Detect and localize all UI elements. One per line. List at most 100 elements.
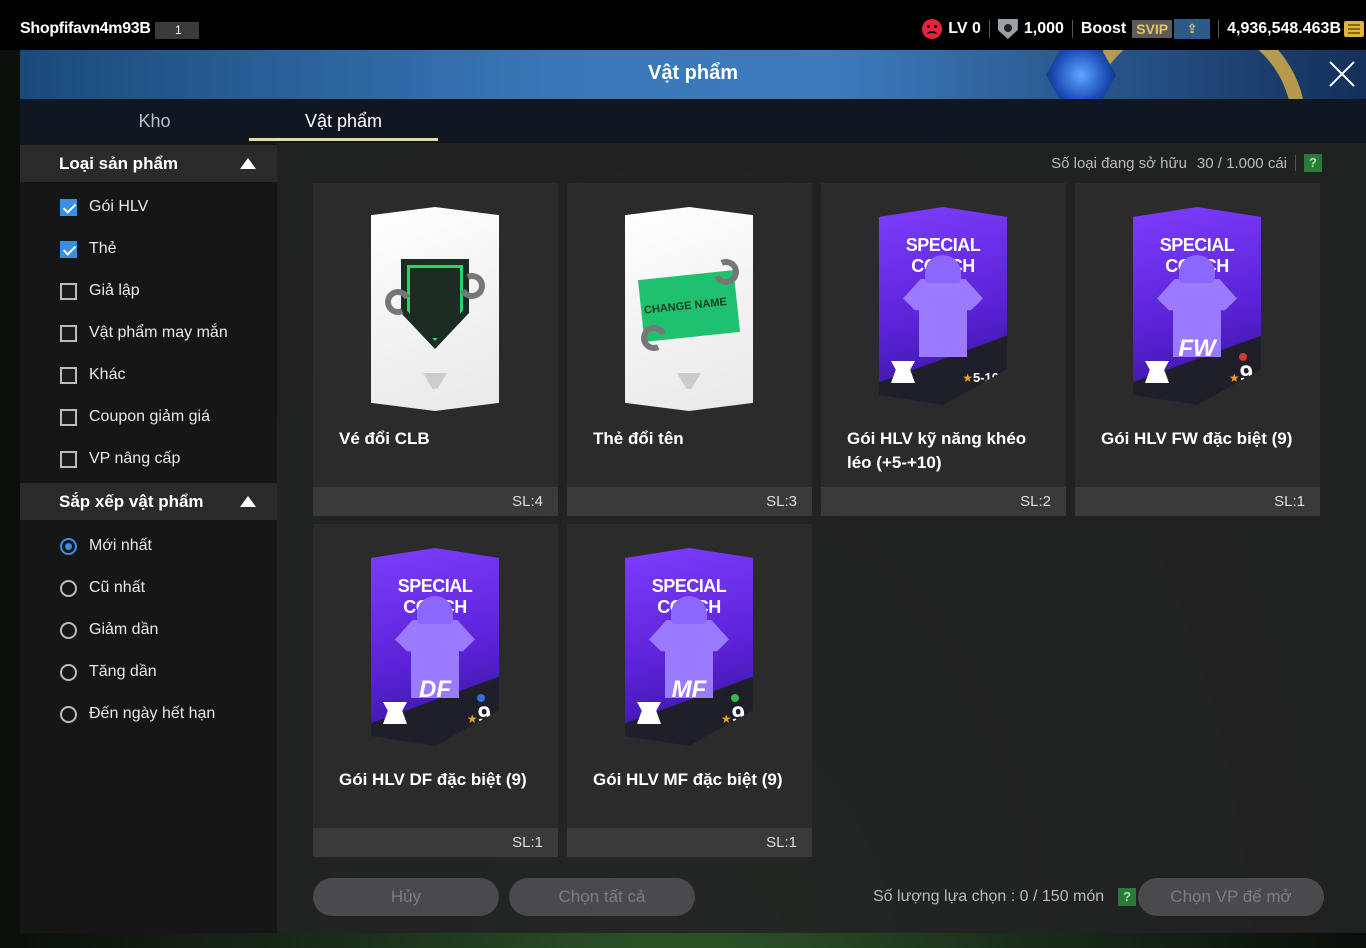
item-card[interactable]: SPECIAL COACH DF ★9 Gói HLV DF đặc biệt … <box>313 524 558 857</box>
item-quantity: SL:3 <box>766 493 797 510</box>
tab-kho[interactable]: Kho <box>60 99 249 143</box>
sort-title: Sắp xếp vật phẩm <box>59 492 204 511</box>
currency-area: LV 0 1,000 Boost SVIP ⇪ 4,936,548.463B <box>922 18 1364 40</box>
boost-label: Boost <box>1080 20 1127 37</box>
rating-value: 9 <box>1239 361 1253 388</box>
item-name: Thẻ đổi tên <box>593 429 684 448</box>
sort-label: Mới nhất <box>89 537 152 554</box>
svip-badge: SVIP <box>1132 20 1173 38</box>
user-badge: 1 <box>155 22 199 39</box>
card-rating: ★9 <box>721 702 745 730</box>
filter-goi-hlv[interactable]: Gói HLV <box>60 196 148 218</box>
radio[interactable] <box>60 579 77 597</box>
checkbox-checked[interactable] <box>60 240 77 258</box>
club-ticket-card <box>371 207 499 411</box>
window-header: Vật phẩm <box>20 50 1366 99</box>
filter-sidebar: Loại sản phẩm Gói HLV Thẻ Giả lập Vật ph… <box>20 143 277 933</box>
change-name-card: CHANGE NAME <box>625 207 753 411</box>
checkbox[interactable] <box>60 450 77 468</box>
filter-label: Khác <box>89 366 126 383</box>
fc-logo-icon <box>423 373 447 389</box>
cap-icon <box>1179 255 1215 283</box>
sort-het-han[interactable]: Đến ngày hết hạn <box>60 703 215 725</box>
filter-label: Vật phẩm may mắn <box>89 324 228 341</box>
filter-coupon[interactable]: Coupon giảm giá <box>60 406 210 428</box>
boost-arrow-icon[interactable]: ⇪ <box>1174 19 1211 39</box>
cap-icon <box>671 596 707 624</box>
divider <box>988 20 990 38</box>
ticket-text: CHANGE NAME <box>643 296 728 317</box>
item-name: Gói HLV DF đặc biệt (9) <box>339 770 527 789</box>
owned-value: 30 / 1.000 cái <box>1196 154 1287 172</box>
filter-khac[interactable]: Khác <box>60 364 125 386</box>
item-quantity: SL:1 <box>1274 493 1305 510</box>
selection-text: Số lượng lựa chọn : 0 / 150 món <box>873 888 1105 905</box>
filter-vat-pham-may-man[interactable]: Vật phẩm may mắn <box>60 322 228 344</box>
filter-vp-nang-cap[interactable]: VP nâng cấp <box>60 448 180 470</box>
item-card[interactable]: SPECIAL COACH FW ★9 Gói HLV FW đặc biệt … <box>1075 183 1320 516</box>
filter-label: Giả lập <box>89 282 140 299</box>
checkbox-checked[interactable] <box>60 198 77 216</box>
item-name: Vé đổi CLB <box>339 429 430 448</box>
filter-gia-lap[interactable]: Giả lập <box>60 280 140 302</box>
item-card[interactable]: SPECIAL COACH ★5-10 Gói HLV kỹ năng khéo… <box>821 183 1066 516</box>
checkbox[interactable] <box>60 366 77 384</box>
card-rating: ★5-10 <box>962 361 999 389</box>
help-icon[interactable]: ? <box>1118 888 1137 906</box>
points-value: 1,000 <box>1023 20 1064 37</box>
radio[interactable] <box>60 705 77 723</box>
divider <box>1295 155 1296 171</box>
fc-logo-icon <box>677 373 701 389</box>
sort-moi-nhat[interactable]: Mới nhất <box>60 535 152 557</box>
coin-balance: 4,936,548.463B <box>1227 20 1341 37</box>
sort-header[interactable]: Sắp xếp vật phẩm <box>20 483 277 520</box>
owned-count: Số loại đang sở hữu 30 / 1.000 cái ? <box>1051 154 1322 172</box>
sort-label: Đến ngày hết hạn <box>89 705 216 722</box>
select-all-button[interactable]: Chọn tất cả <box>509 878 695 916</box>
fc-shield-icon <box>401 259 469 349</box>
checkbox[interactable] <box>60 282 77 300</box>
shield-icon <box>997 19 1018 39</box>
collapse-triangle-icon <box>240 496 256 507</box>
cap-icon <box>925 255 961 283</box>
level-text: LV 0 <box>948 20 981 37</box>
item-card[interactable]: CHANGE NAME Thẻ đổi tên SL:3 <box>567 183 812 516</box>
special-coach-card: SPECIAL COACH ★5-10 <box>879 207 1007 405</box>
item-quantity: SL:2 <box>1020 493 1051 510</box>
item-name: Gói HLV kỹ năng khéo léo (+5-+10) <box>847 429 1027 472</box>
product-type-header[interactable]: Loại sản phẩm <box>20 145 277 182</box>
radio[interactable] <box>60 621 77 639</box>
username: Shopfifavn4m93B <box>20 20 151 37</box>
sort-label: Cũ nhất <box>89 579 146 596</box>
radio[interactable] <box>60 663 77 681</box>
sort-tang-dan[interactable]: Tăng dần <box>60 661 157 683</box>
tab-bar: Kho Vật phẩm <box>20 99 1366 143</box>
cancel-button[interactable]: Hủy <box>313 878 499 916</box>
sort-giam-dan[interactable]: Giảm dần <box>60 619 158 641</box>
star-icon: ★ <box>466 712 478 726</box>
sort-label: Giảm dần <box>89 621 159 638</box>
sad-face-icon <box>922 19 943 39</box>
radio-selected[interactable] <box>60 537 77 555</box>
item-name: Gói HLV FW đặc biệt (9) <box>1101 429 1293 448</box>
card-rating: ★9 <box>1229 361 1253 389</box>
filter-the[interactable]: Thẻ <box>60 238 117 260</box>
sort-cu-nhat[interactable]: Cũ nhất <box>60 577 145 599</box>
tab-vat-pham[interactable]: Vật phẩm <box>249 99 438 143</box>
checkbox[interactable] <box>60 324 77 342</box>
close-icon[interactable] <box>1328 60 1356 88</box>
checkbox[interactable] <box>60 408 77 426</box>
item-card[interactable]: SPECIAL COACH MF ★9 Gói HLV MF đặc biệt … <box>567 524 812 857</box>
open-items-button[interactable]: Chọn VP để mở <box>1138 878 1324 916</box>
star-icon: ★ <box>720 712 732 726</box>
page-title: Vật phẩm <box>647 62 739 84</box>
item-name: Gói HLV MF đặc biệt (9) <box>593 770 783 789</box>
filter-label: Gói HLV <box>89 198 149 215</box>
item-quantity: SL:1 <box>766 834 797 851</box>
help-icon[interactable]: ? <box>1304 154 1322 172</box>
special-coach-card: SPECIAL COACH MF ★9 <box>625 548 753 746</box>
rating-value: 5-10 <box>972 370 999 385</box>
position-dot <box>1239 353 1247 361</box>
star-icon: ★ <box>1228 371 1240 385</box>
item-card[interactable]: Vé đổi CLB SL:4 <box>313 183 558 516</box>
